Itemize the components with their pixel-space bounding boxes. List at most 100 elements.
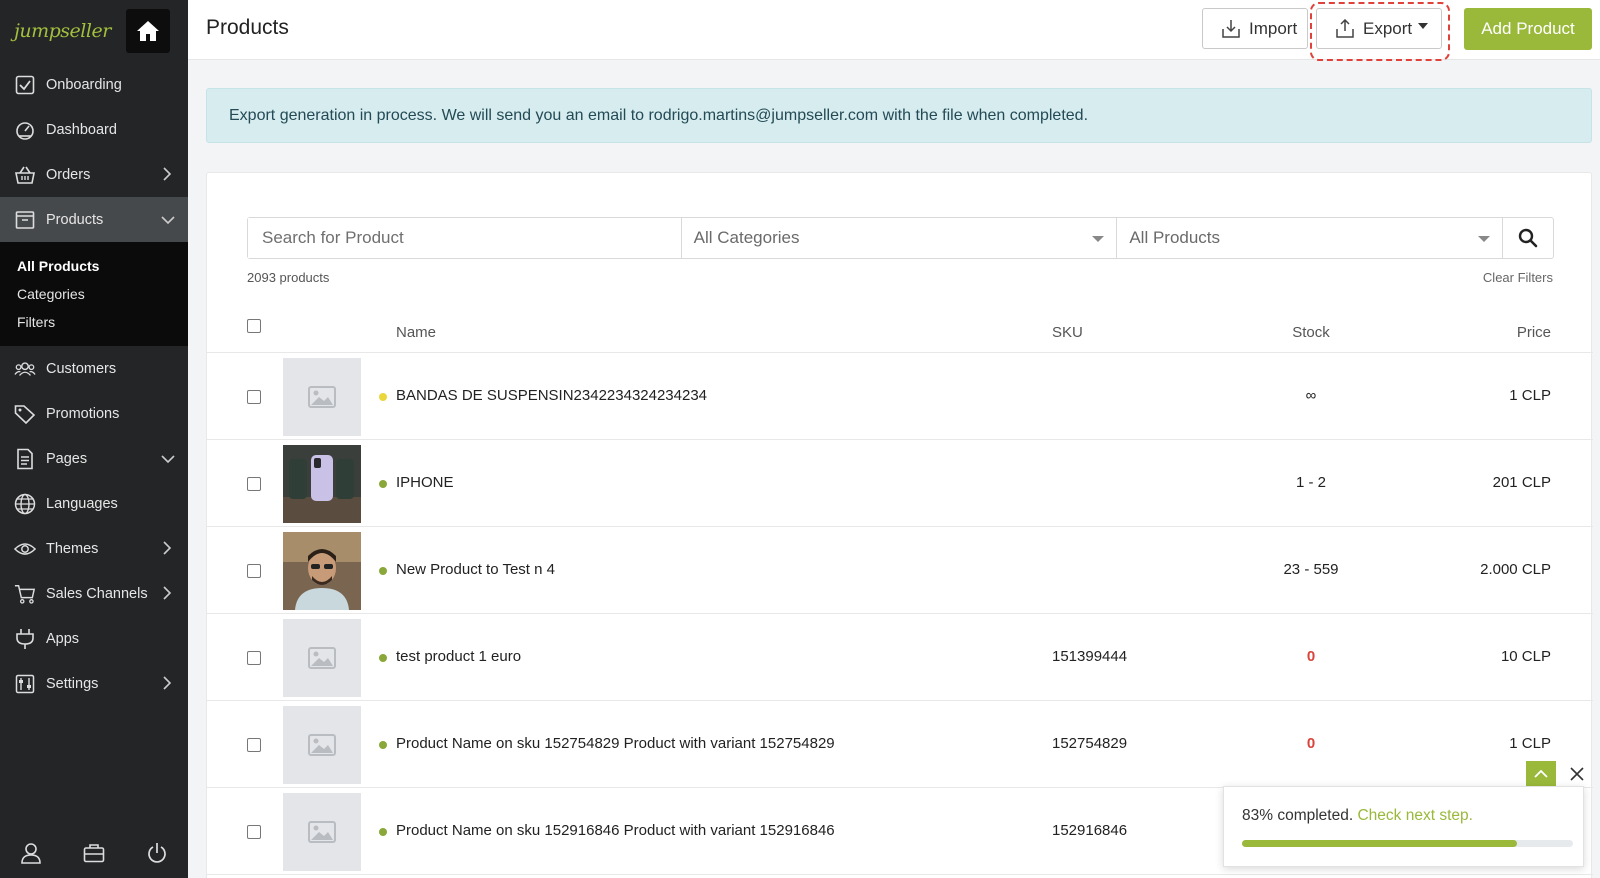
tag-icon <box>14 403 36 425</box>
sidebar-item-dashboard[interactable]: Dashboard <box>0 107 188 152</box>
sidebar-item-onboarding[interactable]: Onboarding <box>0 62 188 107</box>
progress-status: 83% completed. <box>1242 807 1354 824</box>
sidebar-item-label: Settings <box>46 675 99 692</box>
status-dot <box>379 654 387 662</box>
close-progress-button[interactable] <box>1564 761 1590 787</box>
row-checkbox[interactable] <box>247 738 261 752</box>
import-label: Import <box>1249 18 1298 38</box>
chevron-up-icon <box>1534 769 1548 778</box>
header-sku[interactable]: SKU <box>1052 324 1083 341</box>
progress-text: 83% completed. Check next step. <box>1242 807 1565 825</box>
header-name[interactable]: Name <box>396 324 436 341</box>
eye-icon <box>14 538 36 560</box>
sidebar-item-label: Promotions <box>46 405 120 422</box>
search-icon <box>1518 228 1538 248</box>
table-row[interactable]: Product Name on sku 152754829 Product wi… <box>207 701 1593 788</box>
product-name-link[interactable]: IPHONE <box>396 474 454 491</box>
page-title: Products <box>206 16 289 39</box>
sidebar-item-label: Dashboard <box>46 121 117 138</box>
sidebar-item-orders[interactable]: Orders <box>0 152 188 197</box>
sidebar-item-label: Products <box>46 211 104 228</box>
sidebar-item-label: Sales Channels <box>46 585 148 602</box>
product-stock: 0 <box>1306 648 1316 665</box>
product-price: 2.000 CLP <box>1480 561 1551 578</box>
header-stock[interactable]: Stock <box>1261 324 1361 341</box>
row-checkbox[interactable] <box>247 564 261 578</box>
collapse-progress-button[interactable] <box>1526 761 1556 787</box>
chevron-right-icon <box>163 676 172 690</box>
chevron-right-icon <box>163 167 172 181</box>
category-select[interactable]: All Categories <box>682 218 1118 258</box>
subnav-filters[interactable]: Filters <box>0 308 188 336</box>
table-row[interactable]: BANDAS DE SUSPENSIN2342234324234234 ∞ 1 … <box>207 353 1593 440</box>
search-input[interactable] <box>248 218 682 258</box>
progress-bar <box>1242 840 1573 847</box>
sidebar-footer <box>0 832 188 878</box>
home-icon <box>137 21 159 41</box>
sidebar-item-label: Languages <box>46 495 118 512</box>
sidebar-item-label: Pages <box>46 450 88 467</box>
top-bar: Products Import Export Add Product <box>188 0 1600 61</box>
row-checkbox[interactable] <box>247 825 261 839</box>
briefcase-icon[interactable] <box>83 843 105 868</box>
products-panel: All Categories All Products 2093 product… <box>206 172 1593 878</box>
clear-filters-link[interactable]: Clear Filters <box>1483 270 1553 285</box>
product-count: 2093 products <box>247 270 330 285</box>
users-icon <box>14 358 36 380</box>
caret-down-icon <box>1478 236 1491 242</box>
user-icon[interactable] <box>21 842 41 869</box>
chevron-down-icon <box>161 216 175 225</box>
table-row[interactable]: test product 1 euro 151399444 0 10 CLP <box>207 614 1593 701</box>
sidebar-item-themes[interactable]: Themes <box>0 526 188 571</box>
row-checkbox[interactable] <box>247 651 261 665</box>
sliders-icon <box>14 673 36 695</box>
product-name-link[interactable]: New Product to Test n 4 <box>396 561 555 578</box>
power-icon[interactable] <box>147 842 167 869</box>
sidebar-item-sales-channels[interactable]: Sales Channels <box>0 571 188 616</box>
sidebar-item-settings[interactable]: Settings <box>0 661 188 706</box>
document-icon <box>14 448 36 470</box>
product-price: 1 CLP <box>1509 735 1551 752</box>
select-all-checkbox[interactable] <box>247 319 261 333</box>
sidebar-item-label: Themes <box>46 540 99 557</box>
row-checkbox[interactable] <box>247 390 261 404</box>
header-price[interactable]: Price <box>1517 324 1551 341</box>
product-name-link[interactable]: Product Name on sku 152916846 Product wi… <box>396 822 835 839</box>
product-price: 1 CLP <box>1509 387 1551 404</box>
sidebar-item-label: Orders <box>46 166 91 183</box>
chevron-down-icon <box>161 455 175 464</box>
import-button[interactable]: Import <box>1202 8 1308 49</box>
caret-down-icon <box>1092 236 1105 242</box>
product-name-link[interactable]: Product Name on sku 152754829 Product wi… <box>396 735 835 752</box>
brand: jumpseller <box>0 0 188 62</box>
search-button[interactable] <box>1503 218 1553 258</box>
globe-icon <box>14 493 36 515</box>
products-subnav: All Products Categories Filters <box>0 242 188 346</box>
table-row[interactable]: New Product to Test n 4 23 - 559 2.000 C… <box>207 527 1593 614</box>
image-placeholder-icon <box>283 793 361 871</box>
sidebar-item-products[interactable]: Products <box>0 197 188 242</box>
product-stock: 0 <box>1306 735 1316 752</box>
subnav-all-products[interactable]: All Products <box>0 252 188 280</box>
product-sku: 151399444 <box>1052 648 1128 665</box>
product-filter-select[interactable]: All Products <box>1117 218 1504 258</box>
table-row[interactable]: IPHONE 1 - 2 201 CLP <box>207 440 1593 527</box>
sidebar-item-pages[interactable]: Pages <box>0 436 188 481</box>
status-dot <box>379 393 387 401</box>
check-next-step-link[interactable]: Check next step. <box>1357 807 1472 824</box>
product-stock: ∞ <box>1305 387 1317 404</box>
export-alert: Export generation in process. We will se… <box>206 88 1592 143</box>
product-sku: 152916846 <box>1052 822 1128 839</box>
sidebar-item-customers[interactable]: Customers <box>0 346 188 391</box>
home-button[interactable] <box>126 9 170 53</box>
sidebar: jumpseller Onboarding Dashboard Orders P… <box>0 0 188 878</box>
filter-bar: All Categories All Products <box>247 217 1554 259</box>
row-checkbox[interactable] <box>247 477 261 491</box>
add-product-button[interactable]: Add Product <box>1464 8 1592 50</box>
product-name-link[interactable]: test product 1 euro <box>396 648 521 665</box>
sidebar-item-apps[interactable]: Apps <box>0 616 188 661</box>
sidebar-item-languages[interactable]: Languages <box>0 481 188 526</box>
sidebar-item-promotions[interactable]: Promotions <box>0 391 188 436</box>
product-name-link[interactable]: BANDAS DE SUSPENSIN2342234324234234 <box>396 387 707 404</box>
subnav-categories[interactable]: Categories <box>0 280 188 308</box>
